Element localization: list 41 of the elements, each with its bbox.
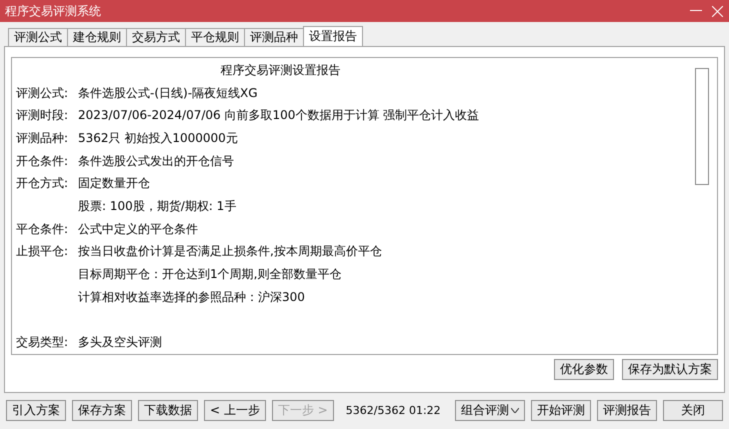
panel-button[interactable]: 保存为默认方案 [622, 359, 718, 380]
field-label: 评测公式: [16, 84, 70, 102]
scrollbar-thumb[interactable] [695, 68, 709, 185]
field-label: 交易类型: [16, 334, 70, 352]
tab[interactable]: 建仓规则 [67, 28, 127, 46]
field-value: 股票: 100股，期货/期权: 1手 [78, 198, 236, 215]
field-value: 按当日收盘价计算是否满足止损条件,按本周期最高价平仓 [78, 243, 382, 260]
field-label: 开仓方式: [16, 175, 70, 192]
tab[interactable]: 评测公式 [8, 28, 68, 46]
field-value: 条件选股公式-(日线)-隔夜短线XG [78, 84, 258, 102]
field-label: 平仓条件: [16, 220, 70, 238]
field-label: 评测品种: [16, 130, 70, 147]
field-value: 目标周期平仓：开仓达到1个周期,则全部数量平仓 [78, 266, 342, 283]
tab[interactable]: 设置报告 [303, 26, 363, 46]
toolbar-button[interactable]: 引入方案 [6, 400, 66, 421]
dropdown-button[interactable]: 组合评测 [455, 400, 525, 421]
field-label: 评测时段: [16, 107, 70, 124]
field-label: 止损平仓: [16, 243, 70, 260]
toolbar-button[interactable]: 下载数据 [138, 400, 198, 421]
minimize-icon[interactable] [690, 10, 702, 12]
field-label: 开仓条件: [16, 152, 70, 170]
progress-status: 5362/5362 01:22 [346, 404, 442, 417]
report-title: 程序交易评测设置报告 [220, 62, 342, 79]
action-button[interactable]: 评测报告 [597, 400, 657, 421]
field-value: 5362只 初始投入1000000元 [78, 130, 238, 147]
field-value: 条件选股公式发出的开仓信号 [78, 152, 234, 170]
field-value: 多头及空头评测 [78, 334, 162, 352]
field-value: 2023/07/06-2024/07/06 向前多取100个数据用于计算 强制平仓计入收益 [78, 107, 480, 124]
tab[interactable]: 平仓规则 [185, 28, 245, 46]
field-value: 固定数量开仓 [78, 175, 150, 192]
window-title: 程序交易评测系统 [5, 2, 101, 20]
tab[interactable]: 交易方式 [126, 28, 186, 46]
toolbar-button[interactable]: < 上一步 [204, 400, 266, 421]
panel-button[interactable]: 优化参数 [554, 359, 614, 380]
field-value: 公式中定义的平仓条件 [78, 220, 198, 238]
action-button[interactable]: 关闭 [663, 400, 723, 421]
action-button[interactable]: 开始评测 [531, 400, 591, 421]
close-icon[interactable] [712, 6, 723, 16]
chevron-down-icon [511, 408, 519, 413]
toolbar-button[interactable]: 保存方案 [72, 400, 132, 421]
field-value: 计算相对收益率选择的参照品种：沪深300 [78, 288, 305, 306]
